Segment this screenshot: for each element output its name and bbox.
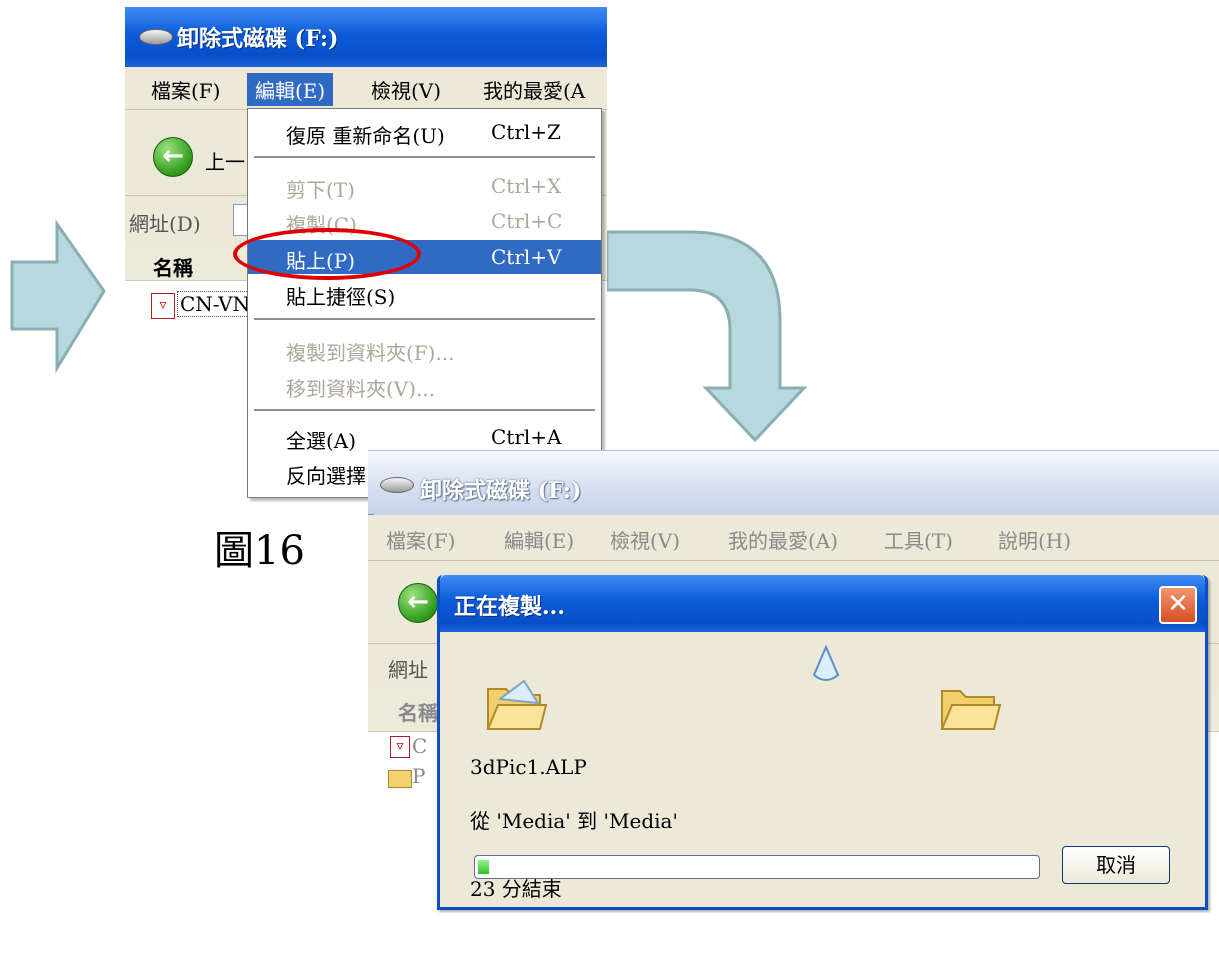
address-label: 網址(D) <box>129 212 201 236</box>
menu-edit[interactable]: 編輯(E) <box>504 525 574 554</box>
menu-file[interactable]: 檔案(F) <box>151 75 220 104</box>
menu-tools[interactable]: 工具(T) <box>884 525 953 554</box>
column-name-header[interactable]: 名稱 <box>153 252 193 281</box>
menu-item-shortcut: Ctrl+X <box>491 174 562 198</box>
menu-separator <box>254 409 595 411</box>
copy-source-destination: 從 'Media' 到 'Media' <box>470 809 678 833</box>
menu-file[interactable]: 檔案(F) <box>386 525 455 554</box>
menu-item-move-to-folder[interactable]: 移到資料夾(V)... <box>248 368 601 402</box>
menu-view[interactable]: 檢視(V) <box>371 75 441 104</box>
removable-drive-icon <box>380 477 414 493</box>
menu-edit[interactable]: 編輯(E) <box>247 73 334 106</box>
menu-separator <box>254 318 595 320</box>
menu-view[interactable]: 檢視(V) <box>610 525 680 554</box>
flying-document-icon <box>812 644 840 681</box>
copy-file-name: 3dPic1.ALP <box>470 755 587 779</box>
menu-item-undo-rename[interactable]: 復原 重新命名(U) Ctrl+Z <box>248 115 601 149</box>
column-name-header[interactable]: 名稱 <box>398 697 438 726</box>
dialog-title: 正在複製... <box>454 594 565 620</box>
menu-bar: 檔案(F) 編輯(E) 檢視(V) 我的最愛(A <box>125 67 607 110</box>
progress-fill <box>478 860 489 874</box>
menu-item-label: 全選(A) <box>286 429 357 453</box>
back-arrow-icon[interactable]: ← <box>398 583 438 623</box>
menu-item-label: 反向選擇 <box>286 464 366 488</box>
close-icon[interactable]: ✕ <box>1159 586 1197 624</box>
window-title-bar[interactable]: 卸除式磁碟 (F:) <box>368 450 1219 515</box>
menu-item-label: 貼上捷徑(S) <box>286 285 396 309</box>
folder-icon <box>388 770 412 788</box>
menu-item-cut[interactable]: 剪下(T) Ctrl+X <box>248 169 601 203</box>
back-label[interactable]: 上一 <box>205 146 245 175</box>
menu-item-label: 剪下(T) <box>286 178 355 202</box>
figure-caption: 圖16 <box>214 528 305 574</box>
menu-item-label: 復原 重新命名(U) <box>286 124 445 148</box>
dialog-title-bar[interactable]: 正在複製... ✕ <box>440 575 1205 632</box>
menu-item-paste-shortcut[interactable]: 貼上捷徑(S) <box>248 276 601 310</box>
menu-separator <box>254 156 595 158</box>
menu-help[interactable]: 說明(H) <box>998 525 1071 554</box>
copy-progress-dialog: 正在複製... ✕ 3dPic1.ALP 從 'Media' 到 'Media'… <box>437 575 1208 910</box>
menu-item-label: 移到資料夾(V)... <box>286 377 436 401</box>
menu-favorites[interactable]: 我的最愛(A <box>483 75 585 104</box>
menu-item-label: 複製到資料夾(F)... <box>286 341 455 365</box>
menu-item-copy-to-folder[interactable]: 複製到資料夾(F)... <box>248 332 601 366</box>
menu-bar: 檔案(F) 編輯(E) 檢視(V) 我的最愛(A) 工具(T) 說明(H) <box>368 515 1219 561</box>
pdf-icon: ▿ <box>151 293 175 319</box>
menu-item-shortcut: Ctrl+Z <box>491 120 561 144</box>
removable-drive-icon <box>139 29 173 45</box>
menu-item-shortcut: Ctrl+V <box>491 245 562 269</box>
right-arrow-icon <box>10 219 106 374</box>
window-title: 卸除式磁碟 (F:) <box>177 26 339 52</box>
cancel-button[interactable]: 取消 <box>1062 846 1170 884</box>
source-folder-icon <box>486 679 548 730</box>
window-title: 卸除式磁碟 (F:) <box>420 478 582 504</box>
time-remaining: 23 分結束 <box>470 877 562 901</box>
menu-item-select-all[interactable]: 全選(A) Ctrl+A <box>248 420 601 454</box>
menu-item-shortcut: Ctrl+C <box>491 209 563 233</box>
back-arrow-icon[interactable]: ← <box>153 137 193 177</box>
curved-down-arrow-icon <box>605 230 808 443</box>
pdf-icon: ▿ <box>390 736 410 758</box>
list-item[interactable]: P <box>412 764 425 788</box>
paste-highlight-circle <box>233 228 421 280</box>
list-item[interactable]: C <box>412 734 427 758</box>
file-item[interactable]: CN-VN <box>177 291 254 317</box>
address-label: 網址 <box>388 658 428 682</box>
destination-folder-icon <box>940 690 1002 730</box>
menu-favorites[interactable]: 我的最愛(A) <box>728 525 838 554</box>
edit-dropdown-menu: 復原 重新命名(U) Ctrl+Z 剪下(T) Ctrl+X 複製(C) Ctr… <box>247 108 602 498</box>
menu-item-shortcut: Ctrl+A <box>491 425 562 449</box>
window-title-bar[interactable]: 卸除式磁碟 (F:) <box>125 7 607 67</box>
